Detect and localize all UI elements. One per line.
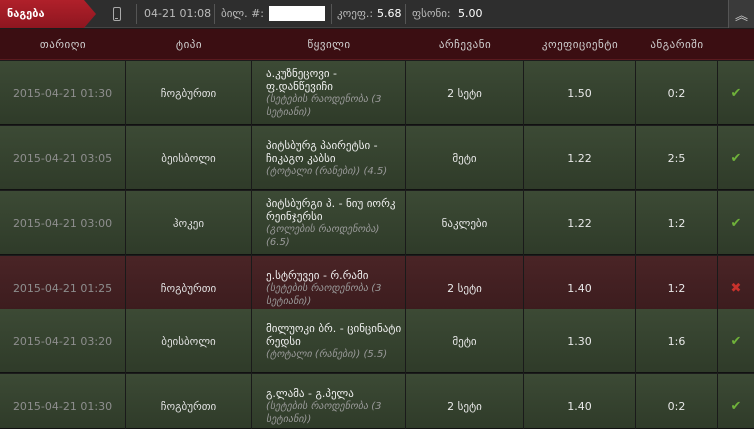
ticket-label: ბილ. #:	[221, 7, 265, 20]
row-date: 2015-04-21 01:30	[0, 374, 126, 429]
row-sport: ბეისბოლი	[126, 126, 252, 190]
event-name: ე.სტრუვეი - რ.რამი	[266, 268, 369, 282]
divider	[136, 4, 137, 24]
event-name: მილუოკი ბრ. - ცინცინატი რედსი	[266, 321, 402, 348]
row-date: 2015-04-21 03:05	[0, 126, 126, 190]
market-name: (ტოტალი (რანები)) (5.5)	[266, 348, 388, 360]
row-sport: ჩოგბურთი	[126, 374, 252, 429]
row-event: მილუოკი ბრ. - ცინცინატი რედსი (ტოტალი (რ…	[252, 309, 406, 373]
market-name: (სეტების რაოდენობა (3 სეტიანი))	[266, 400, 382, 425]
row-date: 2015-04-21 01:30	[0, 61, 126, 125]
row-choice: მეტი	[406, 126, 524, 190]
row-coefficient: 1.50	[524, 61, 636, 125]
stake-label: ფსონი:	[412, 7, 451, 20]
divider	[405, 4, 406, 24]
row-coefficient: 1.22	[524, 126, 636, 190]
market-name: (გოლების რაოდენობა) (6.5)	[266, 224, 380, 248]
row-score: 1:6	[636, 309, 718, 373]
check-icon: ✔	[730, 215, 742, 231]
coef-label: კოეფ.:	[337, 7, 374, 20]
row-event: გ.ლამა - გ.პელა (სეტების რაოდენობა (3 სე…	[252, 374, 406, 429]
table-row[interactable]: 2015-04-21 03:20 ბეისბოლი მილუოკი ბრ. - …	[0, 309, 754, 373]
divider	[214, 4, 215, 24]
row-score: 2:5	[636, 126, 718, 190]
row-coefficient: 1.40	[524, 374, 636, 429]
row-coefficient: 1.22	[524, 191, 636, 255]
row-choice: მეტი	[406, 309, 524, 373]
table-row[interactable]: 2015-04-21 03:00 ჰოკეი პიტსბურგი პ. - ნი…	[0, 191, 754, 255]
ticket-number-field[interactable]	[269, 6, 325, 21]
top-bar: ნაგება 04-21 01:08 ბილ. #: კოეფ.: 5.68 ფ…	[0, 0, 754, 28]
header-event: წყვილი	[307, 38, 351, 51]
row-score: 0:2	[636, 374, 718, 429]
event-name: პიტსბურგ პაირეტსი - ჩიკაგო კაბსი	[266, 138, 378, 165]
market-name: (ტოტალი (რანები)) (4.5)	[266, 165, 388, 177]
row-score: 1:2	[636, 191, 718, 255]
row-event: ა.კუზნეცოვი - ფ.დანწევიჩი (სეტების რაოდე…	[252, 61, 406, 125]
row-choice: ნაკლები	[406, 191, 524, 255]
table-row[interactable]: 2015-04-21 01:30 ჩოგბურთი გ.ლამა - გ.პელ…	[0, 374, 754, 429]
row-choice: 2 სეტი	[406, 61, 524, 125]
row-score: 0:2	[636, 61, 718, 125]
table-row[interactable]: 2015-04-21 03:05 ბეისბოლი პიტსბურგ პაირე…	[0, 126, 754, 190]
row-sport: ბეისბოლი	[126, 309, 252, 373]
tab-active[interactable]: ნაგება	[0, 0, 96, 28]
row-sport: ჩოგბურთი	[126, 61, 252, 125]
phone-icon	[113, 7, 121, 21]
row-date: 2015-04-21 03:00	[0, 191, 126, 255]
bet-time: 04-21 01:08	[144, 7, 212, 20]
chevron-up-double-icon: ︽	[734, 8, 748, 24]
header-type: ტიპი	[175, 38, 203, 51]
event-name: ა.კუზნეცოვი - ფ.დანწევიჩი	[266, 67, 338, 93]
row-date: 2015-04-21 03:20	[0, 309, 126, 373]
row-coefficient: 1.30	[524, 309, 636, 373]
divider	[331, 4, 332, 24]
coef-value: 5.68	[377, 7, 402, 20]
table-header: თარიღი ტიპი წყვილი არჩევანი კოეფიციენტი …	[0, 29, 754, 60]
event-name: გ.ლამა - გ.პელა	[266, 386, 354, 400]
header-choice: არჩევანი	[438, 38, 492, 51]
check-icon: ✔	[730, 333, 742, 349]
market-name: (სეტების რაოდენობა (3 სეტიანი))	[266, 282, 382, 307]
market-name: (სეტების რაოდენობა (3 სეტიანი))	[266, 94, 382, 118]
event-name: პიტსბურგი პ. - ნიუ იორკ რეინჯერსი	[266, 197, 396, 223]
header-coefficient: კოეფიციენტი	[541, 38, 619, 51]
row-sport: ჰოკეი	[126, 191, 252, 255]
row-choice: 2 სეტი	[406, 374, 524, 429]
check-icon: ✔	[730, 398, 742, 414]
header-date: თარიღი	[39, 38, 87, 51]
stake-value: 5.00	[458, 7, 483, 20]
row-event: პიტსბურგ პაირეტსი - ჩიკაგო კაბსი (ტოტალი…	[252, 126, 406, 190]
check-icon: ✔	[730, 85, 742, 101]
check-icon: ✔	[730, 150, 742, 166]
mobile-button[interactable]	[100, 0, 134, 28]
collapse-button[interactable]: ︽	[728, 0, 754, 28]
row-event: პიტსბურგი პ. - ნიუ იორკ რეინჯერსი (გოლებ…	[252, 191, 406, 255]
header-score: ანგარიში	[650, 38, 704, 51]
table-row[interactable]: 2015-04-21 01:30 ჩოგბურთი ა.კუზნეცოვი - …	[0, 61, 754, 125]
